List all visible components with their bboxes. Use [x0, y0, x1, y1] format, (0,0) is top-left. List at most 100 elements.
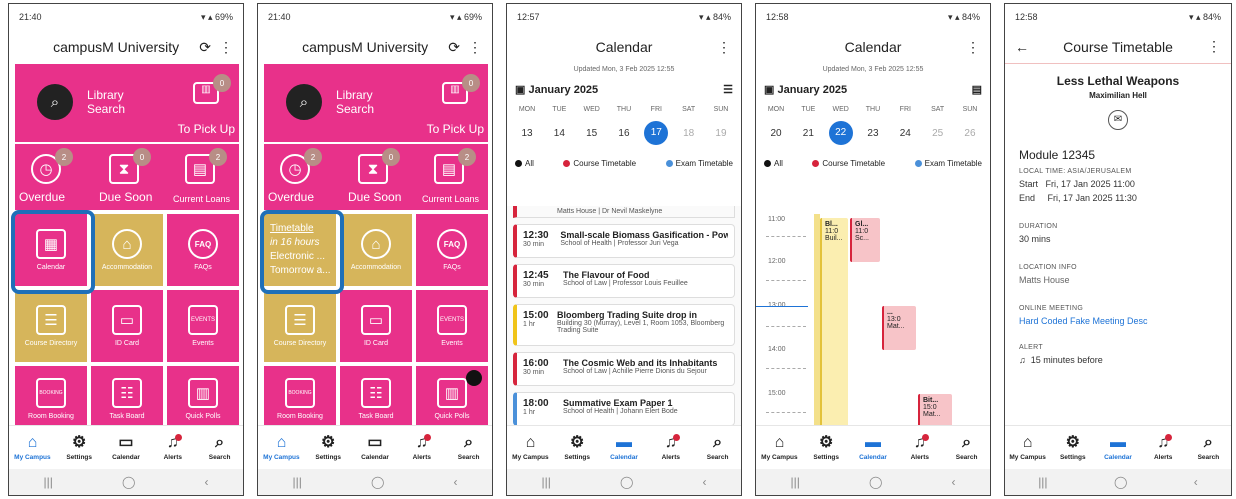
more-icon[interactable]: ⋮	[219, 39, 233, 56]
overdue-tile[interactable]: ◷ 2 Overdue ⧗ 0 Due Soon ▤ 2 Current Loa…	[264, 144, 488, 210]
day-cell[interactable]: 19	[709, 128, 733, 139]
nav-settings[interactable]: ⚙ Settings	[56, 426, 103, 469]
event-block[interactable]: Bl... 11:0 Buil...	[820, 218, 848, 438]
more-icon[interactable]: ⋮	[1207, 38, 1221, 55]
task-board-tile[interactable]: ☷ Task Board	[340, 366, 412, 432]
event-item[interactable]: 12:30 30 min Small-scale Biomass Gasificat…	[513, 224, 735, 258]
current-loans-label[interactable]: Current Loans	[173, 194, 230, 204]
events-tile[interactable]: EVENTS Events	[416, 290, 488, 362]
room-booking-tile[interactable]: BOOKING Room Booking	[15, 366, 87, 432]
day-cell[interactable]: 23	[861, 128, 885, 139]
nav-my-campus[interactable]: ⌂ My Campus	[1005, 426, 1050, 469]
partial-event[interactable]: Matts House | Dr Nevil Maskelyne	[513, 206, 735, 218]
nav-my-campus[interactable]: ⌂ My Campus	[258, 426, 305, 469]
due-soon-label[interactable]: Due Soon	[348, 190, 401, 204]
day-cell[interactable]: 24	[893, 128, 917, 139]
nav-calendar[interactable]: ▬ Calendar	[1095, 426, 1140, 469]
due-soon-label[interactable]: Due Soon	[99, 190, 152, 204]
overdue-label[interactable]: Overdue	[19, 190, 65, 204]
nav-calendar[interactable]: ▬ Calendar	[601, 426, 648, 469]
library-search-label[interactable]: Library Search	[336, 88, 374, 116]
home-button-icon[interactable]: ◯	[371, 475, 384, 489]
event-block[interactable]: Gl... 11:0 Sc...	[850, 218, 880, 262]
day-cell[interactable]: 21	[796, 128, 820, 139]
more-icon[interactable]: ⋮	[468, 39, 482, 56]
accommodation-tile[interactable]: ⌂ Accommodation	[91, 214, 163, 286]
nav-search[interactable]: ⌕ Search	[694, 426, 741, 469]
alert-row[interactable]: ♫ 15 minutes before	[1019, 355, 1217, 365]
nav-my-campus[interactable]: ⌂ My Campus	[507, 426, 554, 469]
nav-alerts[interactable]: ♫ Alerts	[1141, 426, 1186, 469]
day-cell[interactable]: 18	[677, 128, 701, 139]
day-cell[interactable]: 15	[580, 128, 604, 139]
course-directory-tile[interactable]: ☰ Course Directory	[264, 290, 336, 362]
event-item[interactable]: 15:00 1 hr Bloomberg Trading Suite drop in…	[513, 304, 735, 346]
home-button-icon[interactable]: ◯	[122, 475, 135, 489]
nav-alerts[interactable]: ♫ Alerts	[896, 426, 943, 469]
back-icon[interactable]: ‹	[453, 475, 457, 489]
filter-course[interactable]: Course Timetable	[812, 159, 885, 168]
filter-all[interactable]: All	[515, 159, 534, 168]
back-icon[interactable]: ‹	[1194, 475, 1198, 489]
month-label[interactable]: ▣ January 2025	[515, 83, 598, 96]
event-block[interactable]: ... 13:0 Mat...	[882, 306, 916, 350]
filter-all[interactable]: All	[764, 159, 783, 168]
home-button-icon[interactable]: ◯	[620, 475, 633, 489]
event-item[interactable]: 16:00 30 min The Cosmic Web and its Inhabi…	[513, 352, 735, 386]
more-icon[interactable]: ⋮	[966, 39, 980, 56]
nav-settings[interactable]: ⚙ Settings	[554, 426, 601, 469]
library-search-label[interactable]: Library Search	[87, 88, 125, 116]
events-tile[interactable]: EVENTS Events	[167, 290, 239, 362]
nav-settings[interactable]: ⚙ Settings	[803, 426, 850, 469]
overdue-tile[interactable]: ◷ 2 Overdue ⧗ 0 Due Soon ▤ 2 Current Loa…	[15, 144, 239, 210]
floating-dot-icon[interactable]	[466, 370, 482, 386]
nav-settings[interactable]: ⚙ Settings	[305, 426, 352, 469]
recents-icon[interactable]: |||	[1038, 475, 1047, 489]
day-cell[interactable]: 25	[926, 128, 950, 139]
month-label[interactable]: ▣ January 2025	[764, 83, 847, 96]
faqs-tile[interactable]: FAQ FAQs	[167, 214, 239, 286]
back-arrow-icon[interactable]: ←	[1015, 39, 1029, 55]
view-toggle-icon[interactable]: ☰	[723, 83, 733, 96]
day-cell[interactable]: 13	[515, 128, 539, 139]
back-icon[interactable]: ‹	[951, 475, 955, 489]
event-item[interactable]: 12:45 30 min The Flavour of Food School of …	[513, 264, 735, 298]
task-board-tile[interactable]: ☷ Task Board	[91, 366, 163, 432]
library-tile[interactable]: ⌕ Library Search ▥ 0 To Pick Up	[264, 64, 488, 142]
day-cell[interactable]: 26	[958, 128, 982, 139]
home-button-icon[interactable]: ◯	[1114, 475, 1127, 489]
view-toggle-icon[interactable]: ▤	[972, 83, 982, 96]
email-icon[interactable]: ✉	[1108, 110, 1128, 130]
nav-calendar[interactable]: ▭ Calendar	[103, 426, 150, 469]
library-tile[interactable]: ⌕ Library Search ▥ 0 To Pick Up	[15, 64, 239, 142]
home-button-icon[interactable]: ◯	[869, 475, 882, 489]
filter-exam[interactable]: Exam Timetable	[914, 159, 982, 168]
to-pick-up-label[interactable]: To Pick Up	[178, 122, 235, 136]
day-cell-selected[interactable]: 22	[828, 121, 853, 145]
nav-my-campus[interactable]: ⌂ My Campus	[756, 426, 803, 469]
nav-alerts[interactable]: ♫ Alerts	[149, 426, 196, 469]
quick-polls-tile[interactable]: ▥ Quick Polls	[167, 366, 239, 432]
back-icon[interactable]: ‹	[702, 475, 706, 489]
day-cell[interactable]: 20	[764, 128, 788, 139]
nav-calendar[interactable]: ▭ Calendar	[352, 426, 399, 469]
course-directory-tile[interactable]: ☰ Course Directory	[15, 290, 87, 362]
recents-icon[interactable]: |||	[542, 475, 551, 489]
id-card-tile[interactable]: ▭ ID Card	[340, 290, 412, 362]
nav-search[interactable]: ⌕ Search	[943, 426, 990, 469]
overdue-label[interactable]: Overdue	[268, 190, 314, 204]
nav-calendar[interactable]: ▬ Calendar	[850, 426, 897, 469]
nav-alerts[interactable]: ♫ Alerts	[398, 426, 445, 469]
room-booking-tile[interactable]: BOOKING Room Booking	[264, 366, 336, 432]
refresh-icon[interactable]: ⟳	[199, 39, 211, 56]
day-cell[interactable]: 14	[547, 128, 571, 139]
event-item[interactable]: 18:00 1 hr Summative Exam Paper 1 School of…	[513, 392, 735, 426]
faqs-tile[interactable]: FAQ FAQs	[416, 214, 488, 286]
nav-search[interactable]: ⌕ Search	[445, 426, 492, 469]
nav-settings[interactable]: ⚙ Settings	[1050, 426, 1095, 469]
nav-my-campus[interactable]: ⌂ My Campus	[9, 426, 56, 469]
back-icon[interactable]: ‹	[204, 475, 208, 489]
accommodation-tile[interactable]: ⌂ Accommodation	[340, 214, 412, 286]
filter-course[interactable]: Course Timetable	[563, 159, 636, 168]
more-icon[interactable]: ⋮	[717, 39, 731, 56]
